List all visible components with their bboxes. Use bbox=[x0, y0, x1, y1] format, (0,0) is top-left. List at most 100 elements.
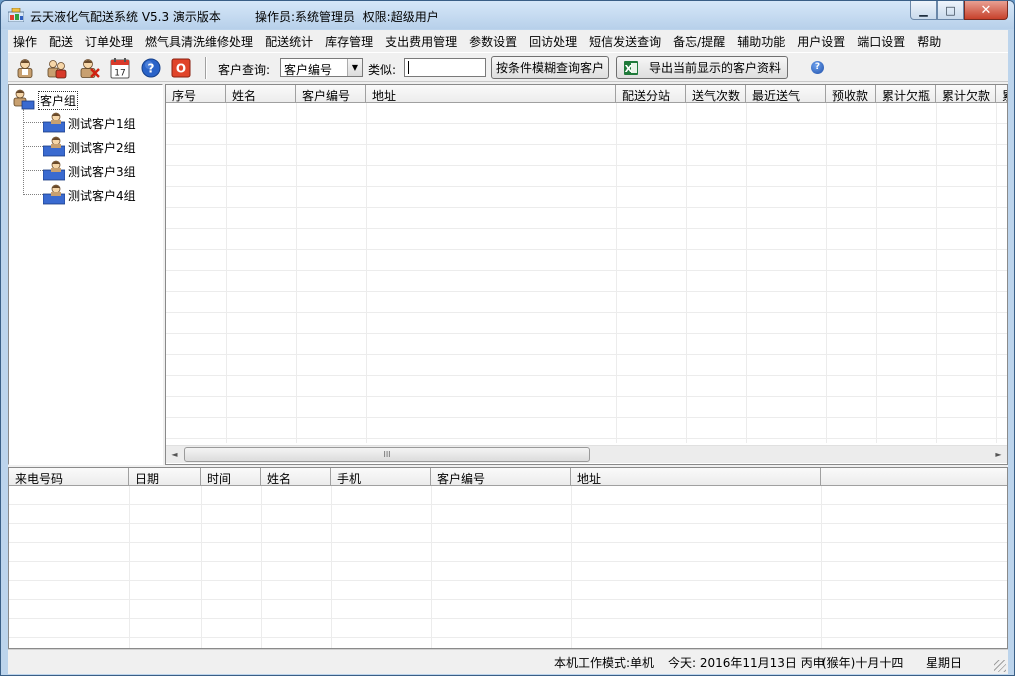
scroll-left-icon[interactable]: ◄ bbox=[166, 446, 183, 463]
column-header-last-delivery[interactable]: 最近送气 bbox=[746, 85, 826, 103]
exit-icon[interactable]: O bbox=[170, 57, 192, 79]
call-grid-header: 来电号码 日期 时间 姓名 手机 客户编号 地址 bbox=[9, 468, 1007, 486]
column-header-address[interactable]: 地址 bbox=[366, 85, 616, 103]
exit-icon-glyph: O bbox=[176, 62, 186, 76]
excel-icon-glyph: X bbox=[625, 64, 633, 75]
menu-inventory[interactable]: 库存管理 bbox=[325, 30, 373, 51]
delete-user-icon[interactable] bbox=[78, 57, 100, 79]
menu-bar: 操作 配送 订单处理 燃气具清洗维修处理 配送统计 库存管理 支出费用管理 参数… bbox=[8, 30, 1008, 51]
users-icon[interactable] bbox=[46, 57, 68, 79]
column-header-customer-id[interactable]: 客户编号 bbox=[431, 468, 571, 486]
menu-expenses[interactable]: 支出费用管理 bbox=[385, 30, 457, 51]
customer-grid-header: 序号 姓名 客户编号 地址 配送分站 送气次数 最近送气 预收款 累计欠瓶 累计… bbox=[166, 85, 1007, 103]
menu-users[interactable]: 用户设置 bbox=[797, 30, 845, 51]
column-header-name[interactable]: 姓名 bbox=[261, 468, 331, 486]
column-header-mobile[interactable]: 手机 bbox=[331, 468, 431, 486]
tree-root-label[interactable]: 客户组 bbox=[38, 91, 79, 110]
query-label: 客户查询: bbox=[218, 63, 271, 77]
tree-node-label: 测试客户4组 bbox=[68, 189, 136, 203]
menu-orders[interactable]: 订单处理 bbox=[85, 30, 133, 51]
column-header-caller-number[interactable]: 来电号码 bbox=[9, 468, 129, 486]
customer-grid-body[interactable] bbox=[166, 103, 1007, 443]
grip-icon: III bbox=[383, 450, 391, 459]
window-controls: ▁ □ ✕ bbox=[910, 1, 1008, 21]
column-header-date[interactable]: 日期 bbox=[129, 468, 201, 486]
menu-sms[interactable]: 短信发送查询 bbox=[589, 30, 661, 51]
tree-node-group-2[interactable]: 测试客户2组 bbox=[23, 135, 153, 157]
query-field-select[interactable]: 客户编号 ▼ bbox=[280, 58, 363, 77]
calendar-day: 17 bbox=[114, 69, 125, 79]
menu-operate[interactable]: 操作 bbox=[13, 30, 37, 51]
menu-port[interactable]: 端口设置 bbox=[857, 30, 905, 51]
column-header-owed-amount[interactable]: 累计欠款 bbox=[936, 85, 996, 103]
weekday-status: 星期日 bbox=[926, 656, 963, 670]
resize-grip-icon[interactable] bbox=[994, 660, 1006, 672]
operator-info: 操作员:系统管理员 权限:超级用户 bbox=[255, 10, 439, 24]
customer-grid[interactable]: 序号 姓名 客户编号 地址 配送分站 送气次数 最近送气 预收款 累计欠瓶 累计… bbox=[165, 84, 1008, 465]
incoming-call-grid[interactable]: 来电号码 日期 时间 姓名 手机 客户编号 地址 bbox=[8, 467, 1008, 649]
query-help-icon[interactable]: ? bbox=[811, 61, 824, 74]
text-caret bbox=[408, 61, 409, 74]
menu-tools[interactable]: 辅助功能 bbox=[737, 30, 785, 51]
maximize-button[interactable]: □ bbox=[937, 1, 964, 20]
excel-icon: X bbox=[623, 60, 638, 75]
call-grid-body[interactable] bbox=[9, 486, 1007, 648]
tree-node-group-1[interactable]: 测试客户1组 bbox=[23, 111, 153, 133]
chevron-down-icon[interactable]: ▼ bbox=[347, 59, 362, 76]
status-bar: 本机工作模式:单机 今天: 2016年11月13日 丙申 (猴年)十月十四 星期… bbox=[8, 649, 1008, 674]
menu-parameters[interactable]: 参数设置 bbox=[469, 30, 517, 51]
help-icon[interactable]: ? bbox=[140, 57, 162, 79]
export-customers-button[interactable]: X 导出当前显示的客户资料 bbox=[616, 56, 788, 79]
tree-node-group-4[interactable]: 测试客户4组 bbox=[23, 183, 153, 205]
toolbar-separator bbox=[205, 57, 207, 79]
calendar-icon[interactable]: 17 bbox=[109, 57, 131, 79]
menu-delivery-stats[interactable]: 配送统计 bbox=[265, 30, 313, 51]
column-header-more[interactable]: 累 bbox=[996, 85, 1007, 103]
column-header-prepaid[interactable]: 预收款 bbox=[826, 85, 876, 103]
menu-callback[interactable]: 回访处理 bbox=[529, 30, 577, 51]
app-icon bbox=[8, 8, 24, 22]
client-area: 操作 配送 订单处理 燃气具清洗维修处理 配送统计 库存管理 支出费用管理 参数… bbox=[8, 30, 1008, 674]
user-icon[interactable] bbox=[14, 57, 36, 79]
title-bar[interactable]: 云天液化气配送系统 V5.3 演示版本 操作员:系统管理员 权限:超级用户 ▁ … bbox=[1, 1, 1014, 29]
like-input[interactable] bbox=[404, 58, 486, 77]
lunar-date-status: (猴年)十月十四 bbox=[822, 656, 904, 670]
column-header-address[interactable]: 地址 bbox=[571, 468, 821, 486]
maximize-icon: □ bbox=[945, 3, 956, 17]
scrollbar-thumb[interactable]: III bbox=[184, 447, 590, 462]
group-icon bbox=[43, 160, 65, 181]
window-title: 云天液化气配送系统 V5.3 演示版本 bbox=[30, 10, 221, 24]
customer-group-tree[interactable]: 客户组 测试客户1组 测试客户2组 测试客户3组 测试客户4组 bbox=[8, 84, 163, 465]
fuzzy-search-button[interactable]: 按条件模糊查询客户 bbox=[491, 56, 609, 79]
minimize-icon: ▁ bbox=[919, 3, 928, 17]
column-header-filler bbox=[821, 468, 1007, 486]
menu-appliance-service[interactable]: 燃气具清洗维修处理 bbox=[145, 30, 253, 51]
toolbar: 17 ? O 客户查询: 客户编号 ▼ 类似: 按条件模糊查询客户 X 导出当前… bbox=[8, 52, 1008, 82]
group-icon bbox=[43, 184, 65, 205]
menu-memo[interactable]: 备忘/提醒 bbox=[673, 30, 725, 51]
column-header-name[interactable]: 姓名 bbox=[226, 85, 296, 103]
group-icon bbox=[43, 112, 65, 133]
date-status: 今天: 2016年11月13日 丙申 bbox=[668, 656, 825, 670]
tree-node-label: 测试客户2组 bbox=[68, 141, 136, 155]
column-header-station[interactable]: 配送分站 bbox=[616, 85, 686, 103]
main-window: 云天液化气配送系统 V5.3 演示版本 操作员:系统管理员 权限:超级用户 ▁ … bbox=[0, 0, 1015, 676]
column-header-time[interactable]: 时间 bbox=[201, 468, 261, 486]
column-header-index[interactable]: 序号 bbox=[166, 85, 226, 103]
tree-node-label: 测试客户3组 bbox=[68, 165, 136, 179]
horizontal-scrollbar[interactable]: ◄ III ► bbox=[166, 445, 1007, 463]
column-header-delivery-count[interactable]: 送气次数 bbox=[686, 85, 746, 103]
close-button[interactable]: ✕ bbox=[964, 1, 1008, 20]
menu-delivery[interactable]: 配送 bbox=[49, 30, 73, 51]
like-label: 类似: bbox=[368, 63, 397, 77]
tree-node-group-3[interactable]: 测试客户3组 bbox=[23, 159, 153, 181]
export-button-label: 导出当前显示的客户资料 bbox=[648, 61, 781, 75]
help-icon-glyph: ? bbox=[148, 62, 155, 76]
column-header-customer-id[interactable]: 客户编号 bbox=[296, 85, 366, 103]
customer-group-icon bbox=[13, 89, 35, 110]
scroll-right-icon[interactable]: ► bbox=[990, 446, 1007, 463]
minimize-button[interactable]: ▁ bbox=[910, 1, 937, 20]
menu-help[interactable]: 帮助 bbox=[917, 30, 941, 51]
column-header-owed-bottles[interactable]: 累计欠瓶 bbox=[876, 85, 936, 103]
group-icon bbox=[43, 136, 65, 157]
